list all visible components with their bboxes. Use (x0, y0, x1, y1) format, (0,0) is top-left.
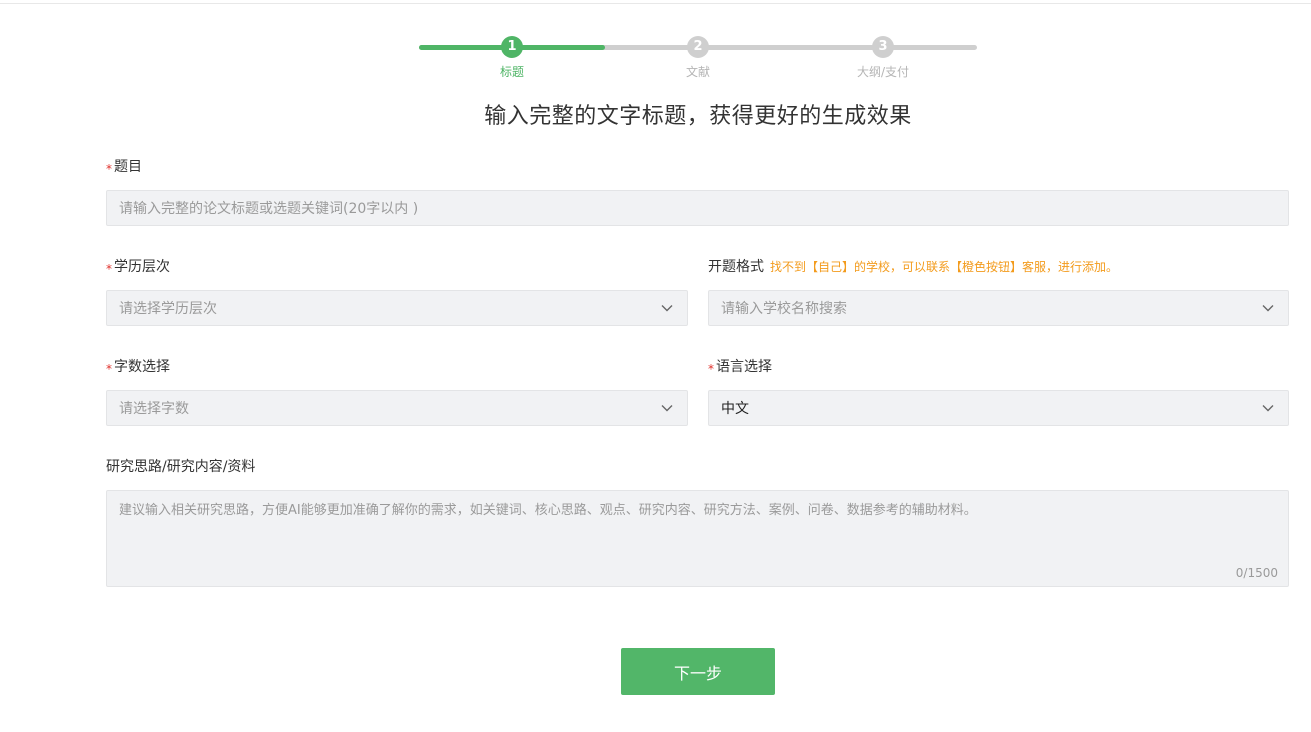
required-mark: * (106, 362, 112, 376)
chevron-down-icon (659, 300, 675, 316)
top-divider (0, 3, 1311, 4)
title-input-placeholder: 请输入完整的论文标题或选题关键词(20字以内 ) (119, 201, 419, 217)
chevron-down-icon (1260, 300, 1276, 316)
character-counter: 0/1500 (1235, 566, 1278, 580)
required-mark: * (106, 262, 112, 276)
required-mark: * (708, 362, 714, 376)
chevron-down-icon (659, 400, 675, 416)
proposal-format-label: 开题格式 找不到【自己】的学校，可以联系【橙色按钮】客服，进行添加。 (708, 256, 1118, 276)
next-step-button[interactable]: 下一步 (621, 648, 775, 695)
step-3-number: 3 (872, 36, 894, 58)
step-1-number: 1 (501, 36, 523, 58)
word-count-select[interactable]: 请选择字数 (106, 390, 688, 426)
progress-stepper: 1 标题 2 文献 3 大纲/支付 (419, 36, 977, 86)
step-1[interactable]: 1 标题 (452, 36, 572, 80)
research-label: 研究思路/研究内容/资料 (106, 456, 255, 476)
school-search-select[interactable]: 请输入学校名称搜索 (708, 290, 1289, 326)
school-search-placeholder: 请输入学校名称搜索 (721, 301, 847, 317)
education-select[interactable]: 请选择学历层次 (106, 290, 688, 326)
research-label-text: 研究思路/研究内容/资料 (106, 459, 256, 475)
step-2-number: 2 (687, 36, 709, 58)
language-label: * 语言选择 (708, 356, 772, 376)
education-label-text: 学历层次 (114, 259, 170, 275)
title-label-text: 题目 (114, 159, 142, 175)
language-label-text: 语言选择 (716, 359, 772, 375)
proposal-format-hint: 找不到【自己】的学校，可以联系【橙色按钮】客服，进行添加。 (770, 260, 1119, 274)
language-select[interactable]: 中文 (708, 390, 1289, 426)
language-select-value: 中文 (721, 401, 749, 417)
education-select-placeholder: 请选择学历层次 (119, 301, 217, 317)
step-2-label: 文献 (685, 65, 710, 79)
title-input[interactable]: 请输入完整的论文标题或选题关键词(20字以内 ) (106, 190, 1289, 226)
chevron-down-icon (1260, 400, 1276, 416)
education-label: * 学历层次 (106, 256, 170, 276)
research-textarea-placeholder: 建议输入相关研究思路，方便AI能够更加准确了解你的需求，如关键词、核心思路、观点… (119, 503, 977, 518)
step-3-label: 大纲/支付 (856, 65, 910, 79)
title-label: * 题目 (106, 156, 142, 176)
step-2[interactable]: 2 文献 (638, 36, 758, 80)
word-count-select-placeholder: 请选择字数 (119, 401, 189, 417)
required-mark: * (106, 162, 112, 176)
research-textarea[interactable]: 建议输入相关研究思路，方便AI能够更加准确了解你的需求，如关键词、核心思路、观点… (106, 490, 1289, 587)
word-count-label: * 字数选择 (106, 356, 170, 376)
page-headline: 输入完整的文字标题，获得更好的生成效果 (484, 104, 912, 129)
proposal-format-label-text: 开题格式 (708, 259, 764, 275)
word-count-label-text: 字数选择 (114, 359, 170, 375)
step-3[interactable]: 3 大纲/支付 (823, 36, 943, 80)
step-1-label: 标题 (499, 65, 524, 79)
